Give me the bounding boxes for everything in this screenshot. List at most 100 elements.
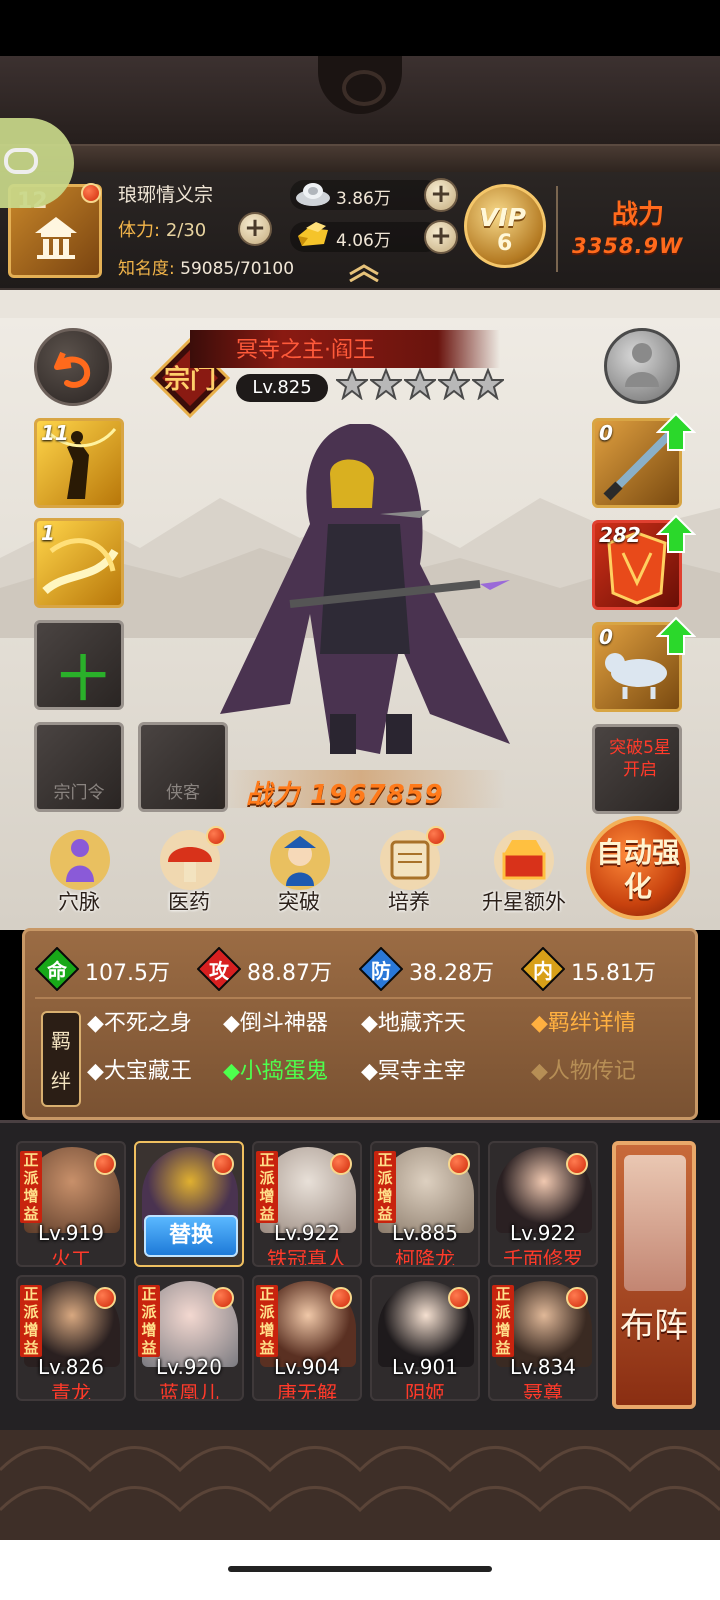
hero-figure (220, 424, 510, 754)
star-rating (336, 368, 504, 400)
hero-level: Lv.825 (236, 374, 328, 402)
hero-name: 唐无解 (277, 1381, 337, 1401)
locked-slot[interactable]: 突破5星开启 (592, 724, 682, 814)
formation-button[interactable]: 布阵 (612, 1141, 696, 1409)
cultivate-label: 培养 (388, 890, 430, 914)
meridian-label: 穴脉 (58, 890, 100, 914)
hero-level: Lv.919 (38, 1221, 104, 1245)
stat-value: 38.28万 (409, 961, 494, 986)
lineup-hero-card[interactable]: Lv.922 千面修罗 (488, 1141, 598, 1267)
stamina-label: 体力: (118, 220, 161, 241)
fame-value: 59085/70100 (180, 259, 295, 279)
hero-level: Lv.922 (510, 1221, 576, 1245)
stats-panel: 命 107.5万 攻 88.87万 防 38.28万 内 15.81万 羁绊 ◆… (22, 928, 698, 1120)
notification-dot (566, 1287, 588, 1309)
auto-enhance-button[interactable]: 自动强化 (586, 816, 690, 920)
divider (556, 186, 558, 272)
hero-level: Lv.826 (38, 1355, 104, 1379)
lineup-hero-card[interactable]: 正派增益 Lv.885 柯降龙 (370, 1141, 480, 1267)
hero-biography-link[interactable]: ◆人物传记 (531, 1053, 636, 1085)
gold-value: 4.06万 (336, 231, 391, 251)
righteous-buff-tag: 正派增益 (20, 1285, 42, 1357)
bond-item: ◆冥寺主宰 (361, 1059, 466, 1084)
meridian-button[interactable]: 穴脉 (34, 828, 124, 922)
lineup-hero-card[interactable]: 正派增益 Lv.834 聂尊 (488, 1275, 598, 1401)
equipment-count: 0 (599, 421, 613, 445)
notification-dot (426, 826, 446, 846)
vip-level: 6 (497, 231, 513, 256)
wave-pattern (0, 1446, 720, 1513)
medicine-button[interactable]: 医药 (144, 826, 234, 922)
breakthrough-button[interactable]: 突破 (254, 828, 344, 922)
silver-value: 3.86万 (336, 189, 391, 209)
hero-level: Lv.885 (392, 1221, 458, 1245)
star-icon (370, 368, 402, 400)
upgrade-arrow-icon[interactable] (656, 616, 696, 656)
skill-count: 11 (41, 421, 69, 445)
equipment-count: 0 (599, 625, 613, 649)
notification-dot (94, 1153, 116, 1175)
bond-details-link[interactable]: ◆羁绊详情 (531, 1005, 636, 1037)
lineup-hero-card[interactable]: Lv.901 阴姬 (370, 1275, 480, 1401)
bond-item: ◆不死之身 (87, 1011, 192, 1036)
home-gesture-handle[interactable] (228, 1566, 492, 1572)
star-icon (472, 368, 504, 400)
hero-combat-power: 战力 1967859 (246, 774, 444, 811)
cultivate-button[interactable]: 培养 (364, 826, 454, 922)
action-bar: 穴脉 医药 突破 培养 升星额外 自动强化 (0, 814, 720, 924)
total-power-title: 战力 (612, 200, 665, 230)
stat-value: 15.81万 (571, 961, 656, 986)
skill-slot-1[interactable]: 11 (34, 418, 124, 508)
star-extra-button[interactable]: 升星额外 (474, 828, 574, 922)
chevron-up-icon[interactable] (346, 264, 382, 282)
scholar-icon (270, 830, 330, 890)
hero-level: Lv.904 (274, 1355, 340, 1379)
hero-name: 千面修罗 (503, 1247, 583, 1267)
stat-char: 攻 (209, 959, 229, 983)
lineup-hero-card[interactable]: 正派增益 Lv.826 青龙 (16, 1275, 126, 1401)
upgrade-arrow-icon[interactable] (656, 514, 696, 554)
notification-dot (81, 183, 101, 203)
sect-token-slot[interactable]: 宗门令 (34, 722, 124, 812)
notification-dot (330, 1287, 352, 1309)
treasure-icon (494, 830, 554, 890)
meridian-icon (50, 830, 110, 890)
combat-power-label: 战力 (246, 780, 301, 810)
back-button[interactable] (34, 328, 112, 406)
hero-display: 宗门 冥寺之主·阎王 Lv.825 11 1 十 宗门令 侠客 0 282 0 … (0, 318, 720, 930)
temple-icon (35, 217, 77, 259)
replace-button[interactable]: 替换 (144, 1215, 238, 1257)
skill-slot-2[interactable]: 1 (34, 518, 124, 608)
medicine-label: 医药 (168, 890, 210, 914)
hero-level: Lv.922 (274, 1221, 340, 1245)
stats-row: 命 107.5万 攻 88.87万 防 38.28万 内 15.81万 (35, 945, 691, 993)
stat-char: 命 (47, 959, 67, 983)
righteous-buff-tag: 正派增益 (20, 1151, 42, 1223)
hero-name: 青龙 (51, 1381, 91, 1401)
formation-art (624, 1155, 686, 1291)
righteous-buff-tag: 正派增益 (138, 1285, 160, 1357)
add-stamina-button[interactable]: + (238, 212, 272, 246)
add-gold-button[interactable]: + (424, 220, 458, 254)
hero-info-button[interactable] (604, 328, 680, 404)
add-skill-slot[interactable]: 十 (34, 620, 124, 710)
righteous-buff-tag: 正派增益 (492, 1285, 514, 1357)
stamina: 体力: 2/30 (118, 216, 206, 242)
hero-name: 冥寺之主·阎王 (236, 338, 375, 363)
add-silver-button[interactable]: + (424, 178, 458, 212)
stamina-value: 2/30 (165, 220, 207, 241)
bond-item: ◆大宝藏王 (87, 1059, 192, 1084)
divider (35, 997, 691, 999)
lineup-hero-card-selected[interactable]: 替换 (134, 1141, 244, 1267)
stat-char: 内 (533, 959, 553, 983)
lineup-hero-card[interactable]: 正派增益 Lv.920 蓝凰儿 (134, 1275, 244, 1401)
plus-icon: 十 (59, 651, 108, 707)
system-navigation-bar (0, 1540, 720, 1600)
vip-badge[interactable]: VIP 6 (464, 184, 546, 268)
notification-dot (330, 1153, 352, 1175)
upgrade-arrow-icon[interactable] (656, 412, 696, 452)
lineup-hero-card[interactable]: 正派增益 Lv.919 火工 (16, 1141, 126, 1267)
hero-name: 聂尊 (523, 1381, 563, 1401)
lineup-hero-card[interactable]: 正派增益 Lv.904 唐无解 (252, 1275, 362, 1401)
lineup-hero-card[interactable]: 正派增益 Lv.922 铁冠真人 (252, 1141, 362, 1267)
